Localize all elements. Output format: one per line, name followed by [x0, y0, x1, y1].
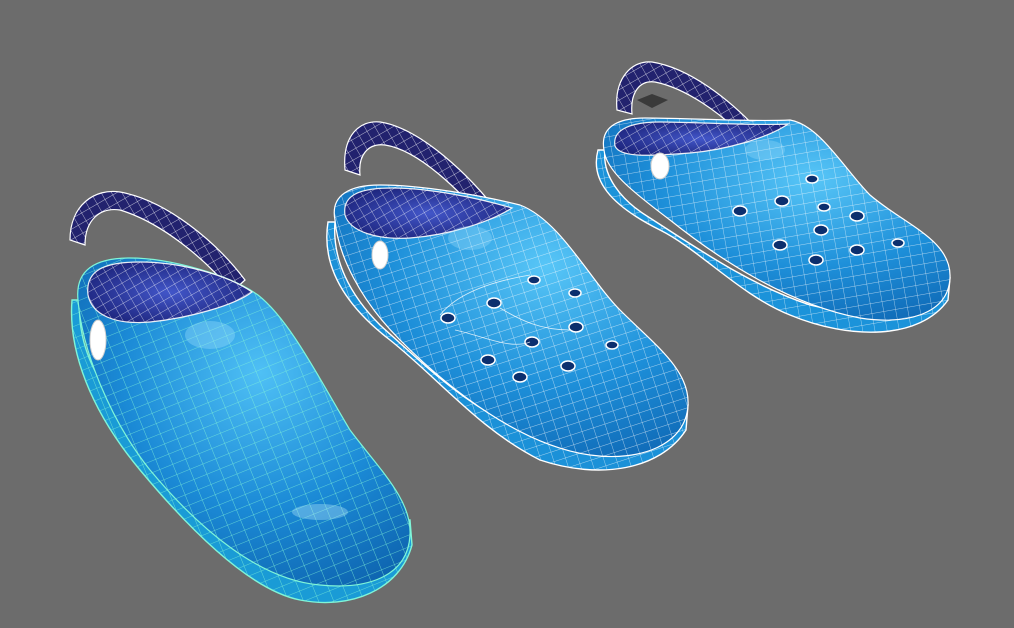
clog-right-marker: [637, 94, 668, 108]
viewport-canvas[interactable]: [0, 0, 1014, 628]
3d-viewport[interactable]: [0, 0, 1014, 628]
clog-left-rivet: [89, 319, 107, 361]
clog-right-rivet: [650, 152, 670, 180]
clog-model-right[interactable]: [595, 61, 951, 333]
clog-middle-rivet: [371, 240, 389, 270]
